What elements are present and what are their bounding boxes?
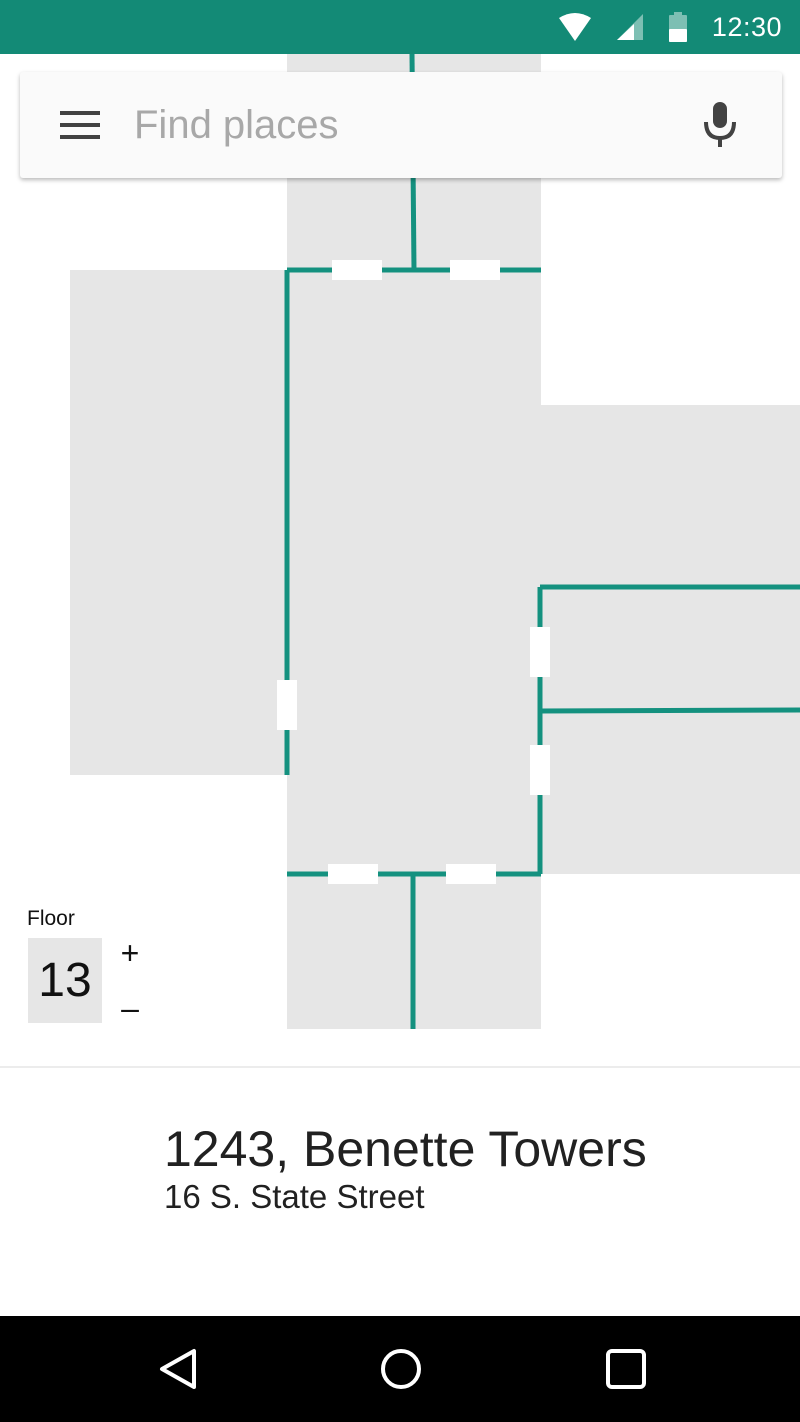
status-bar: 12:30 xyxy=(0,0,800,54)
place-address: 16 S. State Street xyxy=(164,1178,425,1215)
home-icon[interactable] xyxy=(377,1345,425,1393)
door[interactable] xyxy=(277,680,297,730)
status-icons: 12:30 xyxy=(558,0,782,54)
battery-icon xyxy=(668,12,687,42)
floor-up-button[interactable]: + xyxy=(114,935,146,971)
room-east-wing[interactable] xyxy=(541,405,800,874)
cell-signal-icon xyxy=(616,14,643,40)
place-title: 1243, Benette Towers xyxy=(164,1121,647,1177)
rooms xyxy=(70,54,800,1029)
door[interactable] xyxy=(332,260,382,280)
home-button[interactable] xyxy=(377,1345,425,1393)
floor-plan[interactable] xyxy=(0,54,800,1066)
room-left[interactable] xyxy=(70,270,287,775)
recents-button[interactable] xyxy=(602,1345,650,1393)
room-central-hall[interactable] xyxy=(287,270,541,874)
floor-down-button[interactable]: – xyxy=(114,990,146,1026)
menu-button[interactable] xyxy=(60,105,102,145)
wifi-icon xyxy=(558,13,591,41)
back-icon[interactable] xyxy=(154,1345,202,1393)
search-bar[interactable] xyxy=(20,72,782,178)
door[interactable] xyxy=(446,864,496,884)
door[interactable] xyxy=(328,864,378,884)
menu-icon[interactable] xyxy=(60,105,102,145)
current-floor: 13 xyxy=(28,938,102,1023)
status-time: 12:30 xyxy=(711,11,782,42)
door[interactable] xyxy=(450,260,500,280)
recents-icon[interactable] xyxy=(602,1345,650,1393)
back-button[interactable] xyxy=(154,1345,202,1393)
place-info-panel[interactable]: 1243, Benette Towers 16 S. State Street xyxy=(0,1066,800,1316)
search-input[interactable] xyxy=(134,92,674,158)
floor-label: Floor xyxy=(27,907,75,930)
floor-plan-map[interactable] xyxy=(0,54,800,1066)
navigation-bar xyxy=(0,1316,800,1422)
voice-search-button[interactable] xyxy=(700,98,740,154)
door[interactable] xyxy=(530,627,550,677)
door[interactable] xyxy=(530,745,550,795)
mic-icon[interactable] xyxy=(700,98,740,154)
